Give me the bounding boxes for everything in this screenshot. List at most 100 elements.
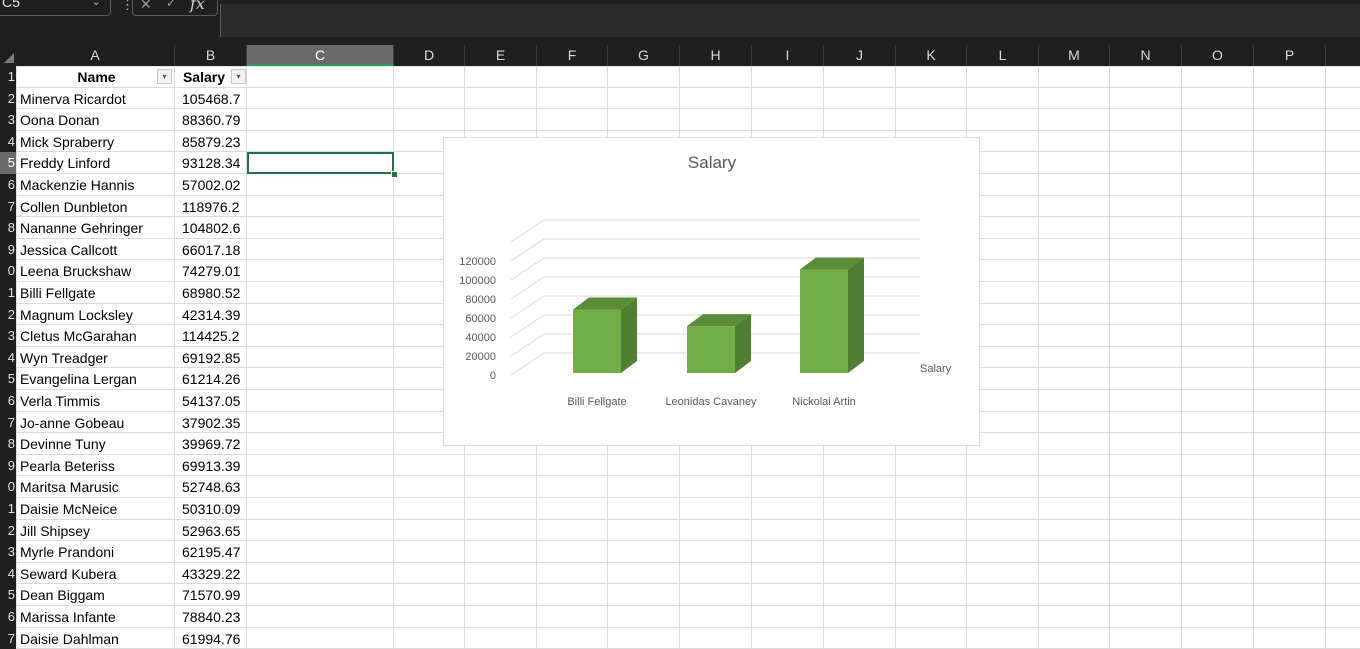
row-header-27[interactable]: 7	[0, 627, 16, 649]
name-cell[interactable]: Wyn Treadger	[18, 347, 173, 369]
name-cell[interactable]: Pearla Beteriss	[18, 455, 173, 477]
row-header-1[interactable]: 1	[0, 66, 16, 88]
column-header-l[interactable]: L	[967, 45, 1039, 66]
salary-cell[interactable]: 71570.99	[176, 584, 246, 606]
column-header-k[interactable]: K	[896, 45, 967, 66]
row-header-21[interactable]: 1	[0, 498, 16, 520]
salary-cell[interactable]: 66017.18	[176, 239, 246, 261]
row-header-15[interactable]: 5	[0, 368, 16, 390]
salary-cell[interactable]: 114425.2	[176, 325, 246, 347]
salary-cell[interactable]: 57002.02	[176, 174, 246, 196]
name-cell[interactable]: Jessica Callcott	[18, 239, 173, 261]
row-header-13[interactable]: 3	[0, 325, 16, 347]
name-cell[interactable]: Leena Bruckshaw	[18, 260, 173, 282]
row-header-5[interactable]: 5	[0, 152, 16, 174]
name-cell[interactable]: Oona Donan	[18, 109, 173, 131]
row-header-19[interactable]: 9	[0, 454, 16, 477]
salary-cell[interactable]: 42314.39	[176, 304, 246, 326]
name-cell[interactable]: Daisie McNeice	[18, 498, 173, 520]
fill-handle[interactable]	[391, 171, 398, 178]
name-cell[interactable]: Billi Fellgate	[18, 282, 173, 304]
filter-salary-icon[interactable]: ▾	[231, 69, 246, 84]
row-header-4[interactable]: 4	[0, 130, 16, 153]
row-header-16[interactable]: 6	[0, 390, 16, 412]
row-header-26[interactable]: 6	[0, 606, 16, 628]
row-header-22[interactable]: 2	[0, 519, 16, 542]
salary-cell[interactable]: 62195.47	[176, 541, 246, 563]
name-cell[interactable]: Cletus McGarahan	[18, 325, 173, 347]
salary-cell[interactable]: 37902.35	[176, 412, 246, 434]
salary-cell[interactable]: 68980.52	[176, 282, 246, 304]
column-header-e[interactable]: E	[465, 45, 537, 66]
salary-cell[interactable]: 104802.6	[176, 217, 246, 239]
name-cell[interactable]: Myrle Prandoni	[18, 541, 173, 563]
row-header-2[interactable]: 2	[0, 87, 16, 110]
salary-cell[interactable]: 61994.76	[176, 628, 246, 649]
name-cell[interactable]: Devinne Tuny	[18, 433, 173, 455]
name-cell[interactable]: Freddy Linford	[18, 152, 173, 174]
name-box[interactable]: C5 ⌄	[0, 0, 111, 16]
name-cell[interactable]: Magnum Locksley	[18, 304, 173, 326]
column-header-i[interactable]: I	[752, 45, 824, 66]
salary-cell[interactable]: 43329.22	[176, 563, 246, 585]
column-header-n[interactable]: N	[1110, 45, 1182, 66]
name-cell[interactable]: Jo-anne Gobeau	[18, 412, 173, 434]
row-header-7[interactable]: 7	[0, 195, 16, 218]
salary-cell[interactable]: 52748.63	[176, 476, 246, 498]
salary-cell[interactable]: 54137.05	[176, 390, 246, 412]
row-header-24[interactable]: 4	[0, 562, 16, 585]
salary-cell[interactable]: 78840.23	[176, 606, 246, 628]
salary-chart[interactable]: Salary 0 20000 40000 60000 80000 100000 120000 B…	[443, 137, 980, 446]
column-header-h[interactable]: H	[680, 45, 752, 66]
salary-cell[interactable]: 74279.01	[176, 260, 246, 282]
salary-cell[interactable]: 69192.85	[176, 347, 246, 369]
row-header-25[interactable]: 5	[0, 584, 16, 606]
salary-cell[interactable]: 88360.79	[176, 109, 246, 131]
name-cell[interactable]: Collen Dunbleton	[18, 196, 173, 218]
row-header-12[interactable]: 2	[0, 303, 16, 326]
column-header-f[interactable]: F	[537, 45, 608, 66]
salary-cell[interactable]: 61214.26	[176, 368, 246, 390]
formula-input[interactable]	[220, 4, 1360, 37]
row-header-10[interactable]: 0	[0, 260, 16, 282]
column-header-p[interactable]: P	[1254, 45, 1326, 66]
name-cell[interactable]: Mackenzie Hannis	[18, 174, 173, 196]
active-cell-c5[interactable]	[247, 152, 394, 174]
salary-cell[interactable]: 118976.2	[176, 196, 246, 218]
chevron-down-icon[interactable]: ⌄	[92, 0, 100, 8]
name-cell[interactable]: Jill Shipsey	[18, 520, 173, 542]
select-all-icon[interactable]	[4, 53, 14, 63]
row-header-23[interactable]: 3	[0, 541, 16, 563]
row-header-18[interactable]: 8	[0, 433, 16, 455]
salary-cell[interactable]: 50310.09	[176, 498, 246, 520]
salary-cell[interactable]: 52963.65	[176, 520, 246, 542]
name-cell[interactable]: Daisie Dahlman	[18, 628, 173, 649]
confirm-icon[interactable]: ✓	[166, 0, 176, 10]
row-header-11[interactable]: 1	[0, 282, 16, 304]
column-header-b[interactable]: B	[175, 45, 247, 66]
salary-cell[interactable]: 39969.72	[176, 433, 246, 455]
row-header-14[interactable]: 4	[0, 346, 16, 369]
name-cell[interactable]: Nananne Gehringer	[18, 217, 173, 239]
salary-cell[interactable]: 93128.34	[176, 152, 246, 174]
row-header-8[interactable]: 8	[0, 217, 16, 239]
row-header-17[interactable]: 7	[0, 411, 16, 434]
filter-name-icon[interactable]: ▾	[157, 69, 172, 84]
name-cell[interactable]: Marissa Infante	[18, 606, 173, 628]
name-cell[interactable]: Evangelina Lergan	[18, 368, 173, 390]
salary-cell[interactable]: 69913.39	[176, 455, 246, 477]
column-header-a[interactable]: A	[16, 45, 175, 66]
name-cell[interactable]: Mick Spraberry	[18, 131, 173, 153]
name-cell[interactable]: Dean Biggam	[18, 584, 173, 606]
name-cell[interactable]: Minerva Ricardot	[18, 88, 173, 110]
column-header-o[interactable]: O	[1182, 45, 1254, 66]
header-cell-name[interactable]: Name	[18, 66, 173, 88]
salary-cell[interactable]: 85879.23	[176, 131, 246, 153]
salary-cell[interactable]: 105468.7	[176, 88, 246, 110]
column-header-d[interactable]: D	[394, 45, 465, 66]
insert-function-icon[interactable]: fx	[190, 0, 205, 13]
column-header-g[interactable]: G	[608, 45, 680, 66]
row-header-3[interactable]: 3	[0, 109, 16, 131]
column-header-c[interactable]: C	[247, 45, 394, 66]
row-header-6[interactable]: 6	[0, 174, 16, 196]
